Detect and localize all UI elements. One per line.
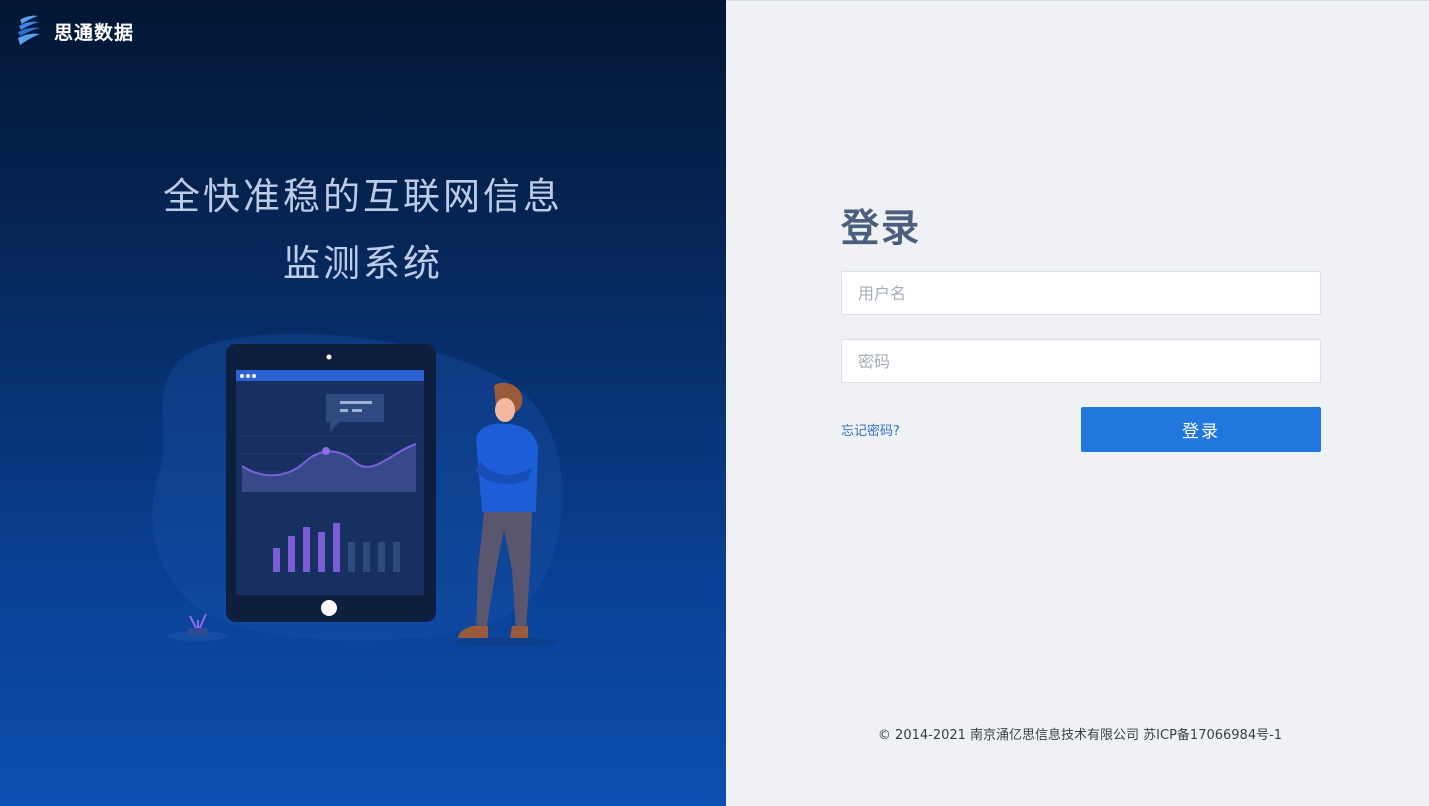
username-input[interactable] xyxy=(841,271,1321,315)
login-title: 登录 xyxy=(841,206,922,250)
hero-headline-line1: 全快准稳的互联网信息 xyxy=(163,175,563,218)
hero-illustration xyxy=(152,333,563,646)
brand-logo-icon xyxy=(18,15,40,45)
brand-name: 思通数据 xyxy=(54,21,135,44)
tablet-graphic xyxy=(226,344,436,622)
login-panel: 登录 忘记密码? 登录 © 2014-2021 南京涌亿思信息技术有限公司 苏I… xyxy=(726,0,1429,806)
forgot-password-link[interactable]: 忘记密码? xyxy=(841,420,900,439)
hero-headline-line2: 监测系统 xyxy=(283,242,443,285)
copyright-footer: © 2014-2021 南京涌亿思信息技术有限公司 苏ICP备17066984号… xyxy=(877,728,1283,743)
hero-panel: 思通数据 全快准稳的互联网信息 监测系统 xyxy=(0,0,726,806)
login-button[interactable]: 登录 xyxy=(1081,407,1321,452)
brand: 思通数据 xyxy=(16,14,134,48)
login-page: 思通数据 全快准稳的互联网信息 监测系统 登录 用户名 忘记密码? 登录 © 2… xyxy=(0,0,1429,806)
password-input[interactable] xyxy=(841,339,1321,383)
